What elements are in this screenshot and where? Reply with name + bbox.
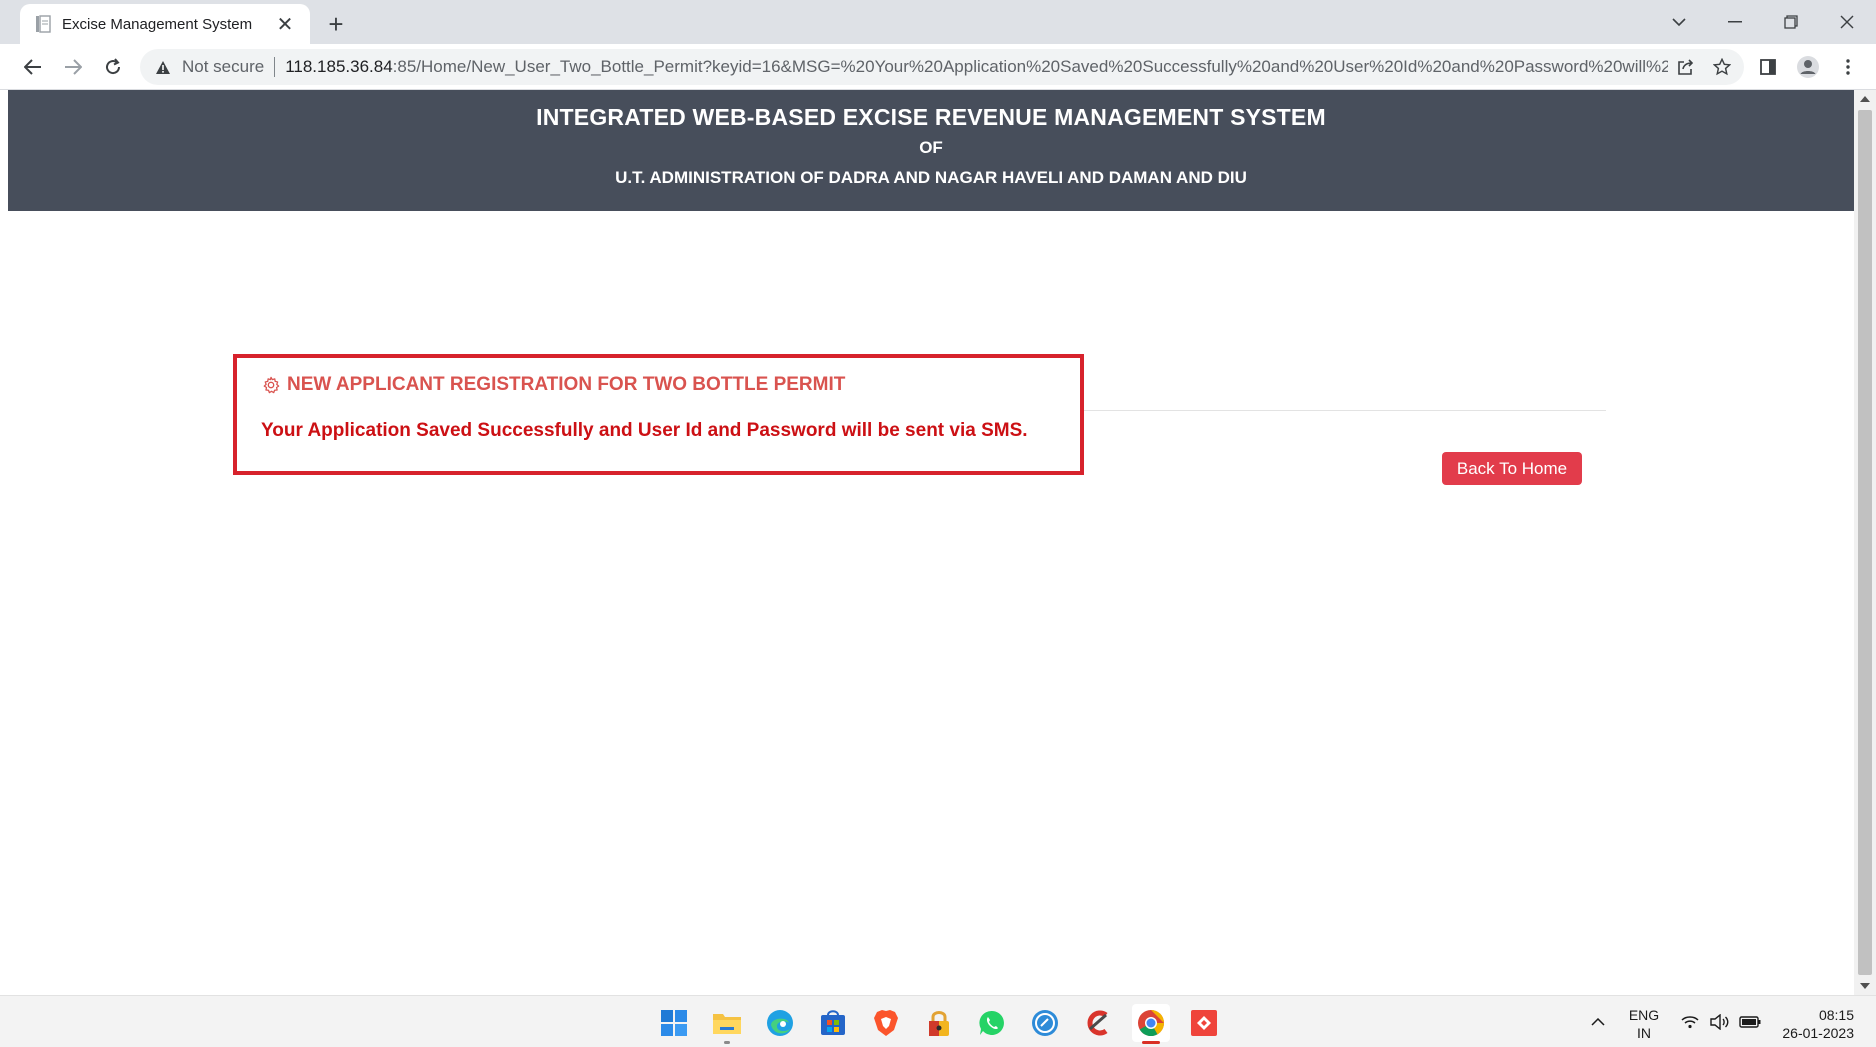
- language-indicator[interactable]: ENG IN: [1618, 1006, 1670, 1042]
- edge-browser-icon[interactable]: [761, 1004, 799, 1042]
- url-path: :85/Home/New_User_Two_Bottle_Permit?keyi…: [392, 57, 1668, 76]
- show-hidden-icons-chevron-icon[interactable]: [1582, 996, 1614, 1047]
- site-subtitle: U.T. ADMINISTRATION OF DADRA AND NAGAR H…: [615, 168, 1247, 187]
- address-separator: [274, 57, 276, 77]
- back-to-home-button[interactable]: Back To Home: [1442, 452, 1582, 485]
- brave-browser-icon[interactable]: [867, 1004, 905, 1042]
- url-host: 118.185.36.84: [285, 57, 393, 76]
- microsoft-store-icon[interactable]: [814, 1004, 852, 1042]
- taskbar-clock[interactable]: 08:15 26-01-2023: [1770, 1006, 1854, 1042]
- tab-search-chevron-icon[interactable]: [1662, 8, 1696, 36]
- site-header: INTEGRATED WEB-BASED EXCISE REVENUE MANA…: [8, 90, 1854, 211]
- warning-icon[interactable]: [154, 58, 172, 76]
- whatsapp-icon[interactable]: [973, 1004, 1011, 1042]
- url-text[interactable]: 118.185.36.84:85/Home/New_User_Two_Bottl…: [285, 57, 1668, 77]
- kebab-menu-icon[interactable]: [1833, 52, 1863, 82]
- chat-app-icon[interactable]: [1026, 1004, 1064, 1042]
- screen: Excise Management System ✕ + Not secure …: [0, 0, 1876, 1047]
- success-message: Your Application Saved Successfully and …: [261, 420, 1028, 441]
- side-panel-icon[interactable]: [1753, 52, 1783, 82]
- language-primary: ENG: [1628, 1007, 1660, 1023]
- battery-icon[interactable]: [1736, 996, 1764, 1047]
- clock-date: 26-01-2023: [1782, 1025, 1854, 1041]
- tab-strip: Excise Management System ✕ +: [0, 0, 1876, 44]
- not-secure-label[interactable]: Not secure: [182, 57, 264, 77]
- profile-avatar-icon[interactable]: [1793, 52, 1823, 82]
- back-arrow-icon[interactable]: [18, 52, 48, 82]
- restore-icon[interactable]: [1774, 8, 1808, 36]
- anydesk-icon[interactable]: [1185, 1004, 1223, 1042]
- browser-tab[interactable]: Excise Management System ✕: [20, 4, 310, 44]
- lock-app-icon[interactable]: [920, 1004, 958, 1042]
- registration-result-box: NEW APPLICANT REGISTRATION FOR TWO BOTTL…: [233, 354, 1084, 475]
- gear-icon: [261, 375, 281, 395]
- site-title: INTEGRATED WEB-BASED EXCISE REVENUE MANA…: [536, 104, 1326, 130]
- address-bar[interactable]: Not secure 118.185.36.84:85/Home/New_Use…: [140, 49, 1744, 85]
- tab-title: Excise Management System: [62, 15, 253, 33]
- scrollbar-thumb[interactable]: [1858, 110, 1872, 975]
- share-icon[interactable]: [1668, 52, 1704, 82]
- section-title-text: NEW APPLICANT REGISTRATION FOR TWO BOTTL…: [287, 374, 846, 395]
- web-page: INTEGRATED WEB-BASED EXCISE REVENUE MANA…: [8, 90, 1854, 995]
- document-icon: [34, 15, 52, 33]
- chrome-icon[interactable]: [1132, 1004, 1170, 1044]
- file-explorer-icon[interactable]: [708, 1004, 746, 1044]
- language-secondary: IN: [1637, 1025, 1651, 1041]
- window-close-icon[interactable]: [1830, 8, 1864, 36]
- scroll-up-arrow-icon[interactable]: [1860, 96, 1870, 102]
- running-indicator: [724, 1041, 730, 1044]
- site-of-label: OF: [919, 138, 943, 157]
- new-tab-button[interactable]: +: [322, 9, 350, 39]
- scroll-down-arrow-icon[interactable]: [1860, 983, 1870, 989]
- section-title: NEW APPLICANT REGISTRATION FOR TWO BOTTL…: [261, 374, 1080, 396]
- wifi-icon[interactable]: [1676, 996, 1704, 1047]
- page-scrollbar[interactable]: [1854, 90, 1876, 995]
- minimize-icon[interactable]: [1718, 8, 1752, 36]
- browser-toolbar: Not secure 118.185.36.84:85/Home/New_Use…: [0, 44, 1876, 90]
- ccleaner-icon[interactable]: [1079, 1004, 1117, 1042]
- close-tab-icon[interactable]: ✕: [274, 13, 296, 36]
- forward-arrow-icon[interactable]: [58, 52, 88, 82]
- windows-start-icon[interactable]: [655, 1004, 693, 1042]
- clock-time: 08:15: [1818, 1007, 1854, 1023]
- section-divider: [1082, 410, 1606, 411]
- bookmark-star-icon[interactable]: [1704, 52, 1740, 82]
- volume-icon[interactable]: [1706, 996, 1734, 1047]
- windows-taskbar: ENG IN 08:15 26-01-2023: [0, 995, 1876, 1047]
- reload-icon[interactable]: [98, 52, 128, 82]
- active-indicator: [1142, 1041, 1160, 1044]
